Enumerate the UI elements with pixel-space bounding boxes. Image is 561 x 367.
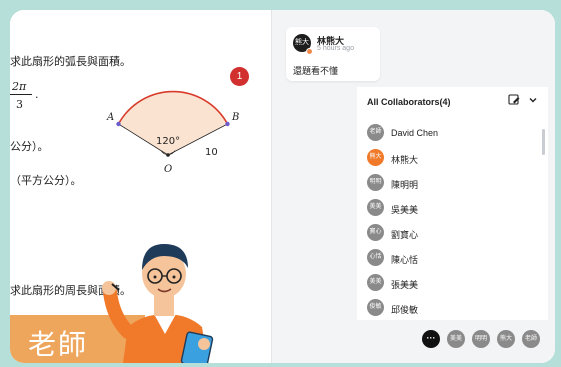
label-b: B — [231, 112, 239, 123]
avatar: 俊敏 — [367, 299, 384, 316]
holding-hand — [198, 338, 210, 350]
point-b — [225, 121, 230, 127]
eye-left — [153, 275, 157, 279]
point-o — [166, 153, 170, 157]
avatar[interactable]: 熊大 — [497, 330, 515, 348]
question-line-3: 公分）。 — [10, 140, 49, 153]
avatar: 老師 — [367, 124, 384, 141]
avatar: 明明 — [367, 174, 384, 191]
avatar: 熊大 — [367, 149, 384, 166]
online-status-dot — [306, 48, 313, 55]
comment-body: 還題看不懂 — [293, 66, 339, 76]
angle-label: 120° — [156, 136, 180, 147]
comment-card[interactable]: 熊大 林熊大 5 hours ago 還題看不懂 — [286, 27, 380, 81]
point-a — [116, 121, 121, 127]
fraction-tail: . — [35, 88, 39, 101]
collaboration-sidebar: 熊大 林熊大 5 hours ago 還題看不懂 All Collaborato… — [271, 10, 555, 363]
collaborators-title: All Collaborators(4) — [367, 97, 451, 107]
presence-dock: ··· 美美 明明 熊大 老師 — [422, 330, 542, 348]
raised-arm — [103, 285, 135, 339]
collaborators-panel: All Collaborators(4) 老師 David Chen 熊大 林熊… — [357, 87, 548, 320]
question-line-4: （平方公分）。 — [10, 174, 82, 187]
collaborator-name: 張美美 — [391, 280, 419, 290]
question-line-1: 求此扇形的弧長與面積。 — [10, 55, 131, 68]
chevron-down-icon[interactable] — [528, 95, 538, 105]
collaborator-name: David Chen — [391, 128, 439, 138]
avatar: 美美 — [367, 274, 384, 291]
avatar[interactable]: 明明 — [472, 330, 490, 348]
collaborator-name: 劉寶心 — [391, 230, 419, 240]
teacher-label: 老師 — [28, 328, 89, 361]
question-number-badge[interactable]: 1 — [230, 67, 249, 86]
workspace: 求此扇形的弧長與面積。 2π 3 . 公分）。 （平方公分）。 1 A B O — [10, 10, 555, 363]
raised-hand — [102, 281, 116, 295]
avatar[interactable]: 老師 — [522, 330, 540, 348]
app-frame: 求此扇形的弧長與面積。 2π 3 . 公分）。 （平方公分）。 1 A B O — [0, 0, 561, 367]
fraction-numerator: 2π — [12, 80, 27, 93]
label-o: O — [164, 164, 172, 175]
avatar[interactable]: 美美 — [447, 330, 465, 348]
teacher-illustration — [102, 244, 214, 363]
radius-label: 10 — [205, 147, 218, 158]
label-a: A — [106, 112, 114, 123]
collaborators-scrollbar[interactable] — [542, 129, 545, 155]
edit-access-icon[interactable] — [508, 94, 520, 106]
collaborator-name: 林熊大 — [391, 155, 419, 165]
worksheet-panel: 求此扇形的弧長與面積。 2π 3 . 公分）。 （平方公分）。 1 A B O — [10, 10, 271, 363]
comment-timestamp: 5 hours ago — [317, 45, 354, 52]
avatar: 心恬 — [367, 249, 384, 266]
avatar: 寶心 — [367, 224, 384, 241]
sector-diagram: A B O 120° 10 — [106, 90, 239, 175]
more-users-button[interactable]: ··· — [422, 330, 440, 348]
collaborator-name: 陳心恬 — [391, 255, 419, 265]
fraction-bar — [10, 94, 32, 95]
fraction-denominator: 3 — [16, 98, 23, 111]
eye-right — [172, 275, 176, 279]
collaborator-name: 吳美美 — [391, 205, 419, 215]
collaborator-name: 陳明明 — [391, 180, 419, 190]
collaborator-name: 邱俊敏 — [391, 305, 419, 315]
avatar: 美美 — [367, 199, 384, 216]
